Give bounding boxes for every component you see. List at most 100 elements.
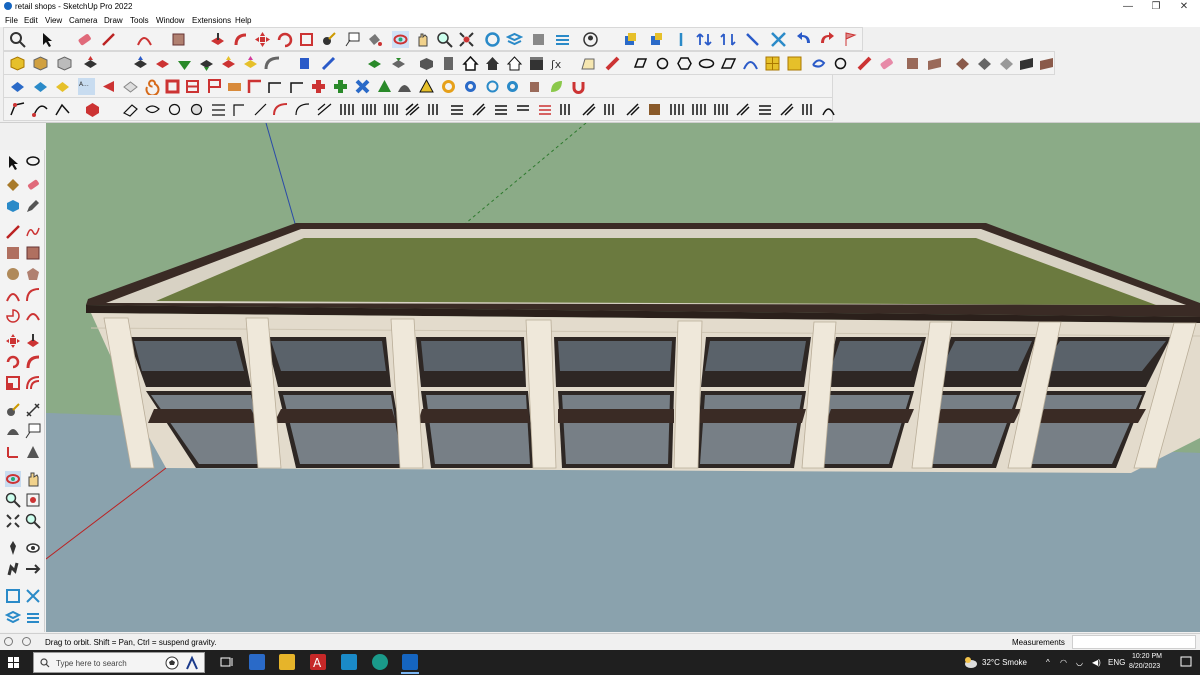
extrude-bloom-icon[interactable] — [242, 55, 259, 72]
follow-me-tool-icon[interactable] — [232, 31, 249, 48]
eraser-tool-left-icon[interactable] — [25, 177, 41, 193]
warehouse-icon[interactable] — [582, 31, 599, 48]
plus-red-icon[interactable] — [310, 78, 327, 95]
stamp-tool-icon[interactable] — [4, 609, 22, 625]
rotated-rectangle-icon[interactable] — [25, 245, 41, 261]
text-tool-left-icon[interactable] — [25, 423, 41, 439]
zoom-tool-left-icon[interactable] — [5, 492, 21, 508]
3d-text-icon[interactable] — [25, 444, 41, 460]
flag-red-icon[interactable] — [206, 78, 223, 95]
clock-time[interactable]: 10:20 PM — [1132, 653, 1162, 660]
tape-measure-icon[interactable] — [320, 31, 337, 48]
frame-red-icon[interactable] — [164, 78, 181, 95]
stripes-15-icon[interactable] — [668, 101, 685, 118]
store-icon[interactable] — [528, 55, 545, 72]
box-gray-icon[interactable] — [418, 55, 435, 72]
move-tool-left-icon[interactable] — [5, 333, 21, 349]
pencil-red-icon[interactable] — [604, 55, 621, 72]
stripes-13-icon[interactable] — [602, 101, 619, 118]
rectangle-tool-icon[interactable] — [170, 31, 187, 48]
lasso-icon[interactable] — [810, 55, 827, 72]
polygon-tool-icon[interactable] — [25, 266, 41, 282]
stripes-5-icon[interactable] — [426, 101, 443, 118]
shell-icon[interactable] — [396, 78, 413, 95]
rotate-tool-left-icon[interactable] — [5, 354, 21, 370]
freehand-tool-icon[interactable] — [25, 224, 41, 240]
tape-measure-left-icon[interactable] — [5, 402, 21, 418]
cube-brown-icon[interactable] — [904, 55, 921, 72]
material-4-icon[interactable] — [1018, 55, 1035, 72]
flag-icon[interactable] — [842, 31, 859, 48]
arrow-red-icon[interactable] — [100, 78, 117, 95]
bevel-icon[interactable] — [390, 55, 407, 72]
paint-bucket-icon[interactable] — [366, 31, 383, 48]
line-shape-10-icon[interactable] — [316, 101, 333, 118]
paint-bucket-tool-icon[interactable] — [5, 177, 21, 193]
stripes-22-icon[interactable] — [820, 101, 837, 118]
line-shape-3-icon[interactable] — [166, 101, 183, 118]
curve-extrude-icon[interactable] — [264, 55, 281, 72]
house-icon[interactable] — [462, 55, 479, 72]
ruby-console-icon[interactable]: ʃx — [550, 55, 567, 72]
info-icon[interactable] — [22, 637, 31, 646]
shape-hex-icon[interactable] — [676, 55, 693, 72]
tray-chevron-icon[interactable]: ^ — [1046, 658, 1050, 667]
extrude-down-icon[interactable] — [154, 55, 171, 72]
stripes-4-icon[interactable] — [404, 101, 421, 118]
panel-icon[interactable] — [122, 78, 139, 95]
two-point-arc-icon[interactable] — [25, 287, 41, 303]
task-view-icon[interactable] — [218, 654, 234, 670]
shape-1-icon[interactable] — [632, 55, 649, 72]
material-2-icon[interactable] — [976, 55, 993, 72]
house-3-icon[interactable] — [506, 55, 523, 72]
material-1-icon[interactable] — [954, 55, 971, 72]
ring-blue-icon[interactable] — [484, 78, 501, 95]
push-pull-tool-icon[interactable] — [209, 31, 226, 48]
model-viewport[interactable] — [46, 123, 1200, 632]
line-tool-icon[interactable] — [100, 31, 117, 48]
line-shape-icon[interactable] — [122, 101, 139, 118]
select-arrow-icon[interactable] — [5, 155, 21, 171]
line-shape-4-icon[interactable] — [188, 101, 205, 118]
frame-red-2-icon[interactable] — [184, 78, 201, 95]
blue-shape-2-icon[interactable] — [32, 78, 49, 95]
network-icon[interactable]: ◠ — [1060, 658, 1067, 667]
blue-shape-icon[interactable] — [9, 78, 26, 95]
shape-bender-icon[interactable] — [320, 55, 337, 72]
undo-icon[interactable] — [796, 31, 813, 48]
measurements-input[interactable] — [1072, 635, 1196, 649]
line-shape-8-icon[interactable] — [272, 101, 289, 118]
stripes-1-icon[interactable] — [338, 101, 355, 118]
stripes-11-icon[interactable] — [558, 101, 575, 118]
zoom-extents-icon[interactable] — [9, 31, 26, 48]
zoom-extents-left-icon[interactable] — [5, 513, 21, 529]
line-tool-left-icon[interactable] — [5, 224, 21, 240]
pencil-tool-icon[interactable] — [25, 198, 41, 214]
sandbox-tool-icon[interactable] — [25, 588, 41, 604]
solid-tools-icon[interactable] — [622, 31, 639, 48]
pan-tool-icon[interactable] — [414, 31, 431, 48]
yellow-shape-icon[interactable] — [54, 78, 71, 95]
orbit-tool-icon[interactable] — [392, 31, 409, 48]
three-point-arc-icon[interactable] — [25, 308, 41, 324]
calculator-icon[interactable] — [249, 654, 265, 670]
stripes-14-icon[interactable] — [624, 101, 641, 118]
triangle-yellow-icon[interactable] — [418, 78, 435, 95]
cube-icon[interactable] — [32, 55, 49, 72]
layers-icon[interactable] — [505, 31, 524, 48]
flip-icon[interactable] — [720, 31, 737, 48]
look-around-icon[interactable] — [25, 540, 41, 556]
move-tool-icon[interactable] — [254, 31, 271, 48]
dimension-tool-icon[interactable] — [25, 402, 41, 418]
scale-tool-icon[interactable] — [298, 31, 315, 48]
stripes-20-icon[interactable] — [778, 101, 795, 118]
bezier-icon[interactable] — [32, 101, 49, 118]
axes-tool-icon[interactable] — [672, 31, 689, 48]
drape-tool-icon[interactable] — [25, 609, 41, 625]
circle-tool-icon[interactable] — [5, 266, 21, 282]
extrude-green-2-icon[interactable] — [198, 55, 215, 72]
shape-oval-icon[interactable] — [698, 55, 715, 72]
menu-extensions[interactable]: Extensions — [192, 16, 231, 25]
arrow-right-icon[interactable] — [25, 561, 41, 577]
line-shape-9-icon[interactable] — [294, 101, 311, 118]
